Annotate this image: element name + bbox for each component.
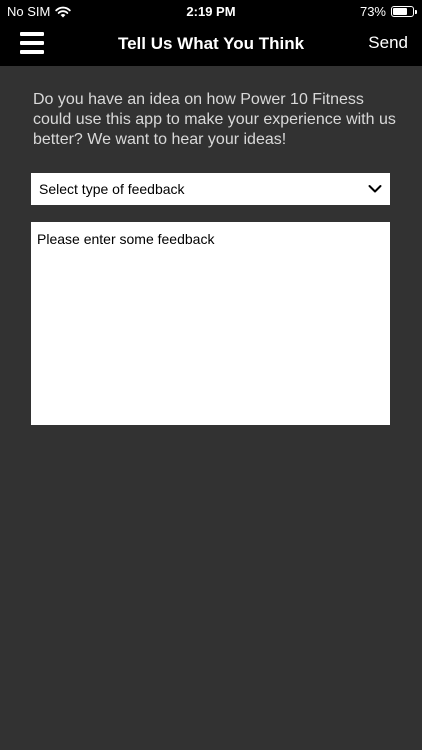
status-bar: No SIM 2:19 PM 73%: [0, 0, 422, 22]
status-time: 2:19 PM: [186, 4, 236, 19]
feedback-screen: No SIM 2:19 PM 73% Tell Us What You Thin…: [0, 0, 422, 750]
send-button[interactable]: Send: [368, 33, 408, 53]
page-title: Tell Us What You Think: [117, 34, 305, 53]
feedback-type-select[interactable]: Select type of feedback: [31, 173, 390, 205]
feedback-type-selected: Select type of feedback: [39, 181, 185, 197]
intro-text: Do you have an idea on how Power 10 Fitn…: [33, 91, 396, 148]
battery-icon: [391, 6, 417, 17]
navigation-bar: Tell Us What You Think Send: [0, 22, 422, 66]
feedback-textarea[interactable]: [31, 222, 390, 425]
chevron-down-icon: [368, 185, 382, 193]
top-bar: No SIM 2:19 PM 73% Tell Us What You Thin…: [0, 0, 422, 66]
battery-percentage: 73%: [359, 4, 386, 19]
battery-status: 73%: [359, 4, 417, 19]
